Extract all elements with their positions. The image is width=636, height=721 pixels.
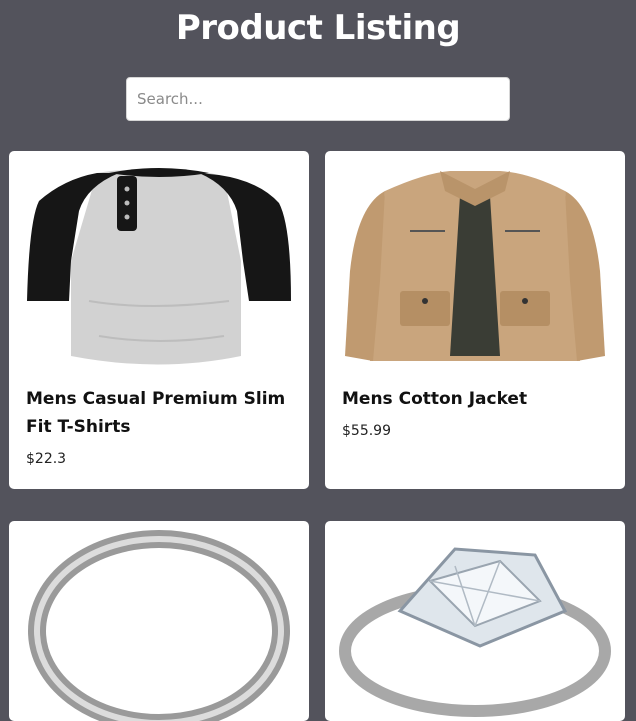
product-image (28, 530, 290, 721)
search-input[interactable] (126, 77, 510, 121)
product-title[interactable]: Mens Casual Premium Slim Fit T-Shirts (26, 385, 292, 441)
product-image (27, 168, 291, 365)
product-image (345, 171, 605, 361)
product-image (339, 547, 611, 717)
product-title[interactable]: Mens Cotton Jacket (342, 385, 608, 413)
product-card[interactable]: Mens Cotton Jacket $55.99 (325, 151, 625, 489)
product-price: $55.99 (342, 423, 391, 439)
product-card[interactable]: Mens Casual Premium Slim Fit T-Shirts $2… (9, 151, 309, 489)
product-card[interactable] (325, 521, 625, 721)
product-price: $22.3 (26, 451, 67, 467)
product-card[interactable] (9, 521, 309, 721)
page-title: Product Listing (175, 8, 461, 48)
